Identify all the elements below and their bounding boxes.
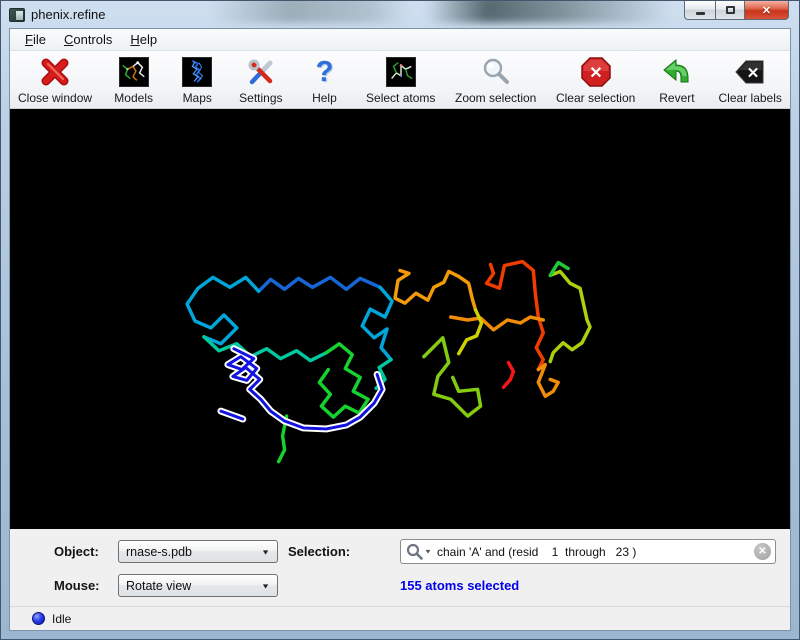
svg-text:✕: ✕ bbox=[747, 65, 760, 82]
maximize-button[interactable] bbox=[715, 1, 744, 20]
models-button[interactable]: Models bbox=[112, 55, 156, 105]
toolbar: Close window Models bbox=[10, 51, 790, 109]
mouse-dropdown[interactable]: Rotate view ▼ bbox=[118, 574, 278, 597]
select-atoms-button[interactable]: Select atoms bbox=[366, 55, 435, 105]
help-icon: ? bbox=[316, 55, 334, 89]
search-icon[interactable]: ▼ bbox=[406, 543, 432, 560]
clear-labels-button[interactable]: ✕ Clear labels bbox=[719, 55, 782, 105]
maps-button[interactable]: Maps bbox=[175, 55, 219, 105]
select-atoms-icon bbox=[386, 55, 416, 89]
status-text: Idle bbox=[52, 612, 71, 626]
clear-labels-icon: ✕ bbox=[734, 55, 766, 89]
clear-selection-button[interactable]: ✕ Clear selection bbox=[556, 55, 635, 105]
app-window: phenix.refine ✕ File Controls Help bbox=[0, 0, 800, 640]
close-icon: ✕ bbox=[762, 4, 771, 17]
mouse-label: Mouse: bbox=[54, 578, 110, 593]
zoom-selection-icon bbox=[481, 55, 511, 89]
titlebar[interactable]: phenix.refine ✕ bbox=[1, 1, 799, 28]
client-area: File Controls Help Close window bbox=[9, 28, 791, 631]
revert-button[interactable]: Revert bbox=[655, 55, 699, 105]
controls-panel: Object: rnase-s.pdb ▼ Selection: ▼ ✕ Mou… bbox=[10, 529, 790, 606]
selection-label: Selection: bbox=[288, 544, 392, 559]
close-window-button[interactable]: Close window bbox=[18, 55, 92, 105]
molecule-svg bbox=[10, 109, 790, 529]
molecule-viewport[interactable] bbox=[10, 109, 790, 529]
menu-help[interactable]: Help bbox=[121, 30, 166, 49]
close-button[interactable]: ✕ bbox=[744, 1, 789, 20]
help-button[interactable]: ? Help bbox=[302, 55, 346, 105]
titlebar-glass-reflection bbox=[426, 1, 671, 23]
zoom-selection-button[interactable]: Zoom selection bbox=[455, 55, 536, 105]
close-window-icon bbox=[39, 55, 71, 89]
titlebar-glass-reflection bbox=[209, 1, 409, 23]
clear-search-button[interactable]: ✕ bbox=[754, 543, 771, 560]
app-icon[interactable] bbox=[9, 8, 25, 22]
menu-file[interactable]: File bbox=[16, 30, 55, 49]
revert-icon bbox=[661, 55, 693, 89]
models-icon bbox=[119, 55, 149, 89]
minimize-button[interactable] bbox=[684, 1, 715, 20]
object-label: Object: bbox=[54, 544, 110, 559]
svg-text:✕: ✕ bbox=[589, 65, 602, 82]
selection-search: ▼ ✕ bbox=[400, 539, 776, 564]
maximize-icon bbox=[726, 6, 735, 14]
object-dropdown[interactable]: rnase-s.pdb ▼ bbox=[118, 540, 278, 563]
selection-input[interactable] bbox=[400, 539, 776, 564]
status-indicator-icon bbox=[32, 612, 45, 625]
atoms-selected-status: 155 atoms selected bbox=[400, 578, 776, 593]
chevron-down-icon: ▼ bbox=[424, 548, 432, 555]
settings-icon bbox=[245, 55, 277, 89]
window-title: phenix.refine bbox=[31, 7, 105, 22]
chevron-down-icon: ▼ bbox=[261, 582, 270, 590]
menubar: File Controls Help bbox=[10, 29, 790, 51]
menu-controls[interactable]: Controls bbox=[55, 30, 121, 49]
chevron-down-icon: ▼ bbox=[261, 548, 270, 556]
object-dropdown-value: rnase-s.pdb bbox=[126, 545, 192, 559]
settings-button[interactable]: Settings bbox=[239, 55, 283, 105]
maps-icon bbox=[182, 55, 212, 89]
clear-selection-icon: ✕ bbox=[580, 55, 612, 89]
minimize-icon bbox=[696, 12, 705, 15]
window-controls: ✕ bbox=[684, 1, 789, 20]
mouse-dropdown-value: Rotate view bbox=[126, 579, 191, 593]
status-bar: Idle bbox=[10, 606, 790, 630]
